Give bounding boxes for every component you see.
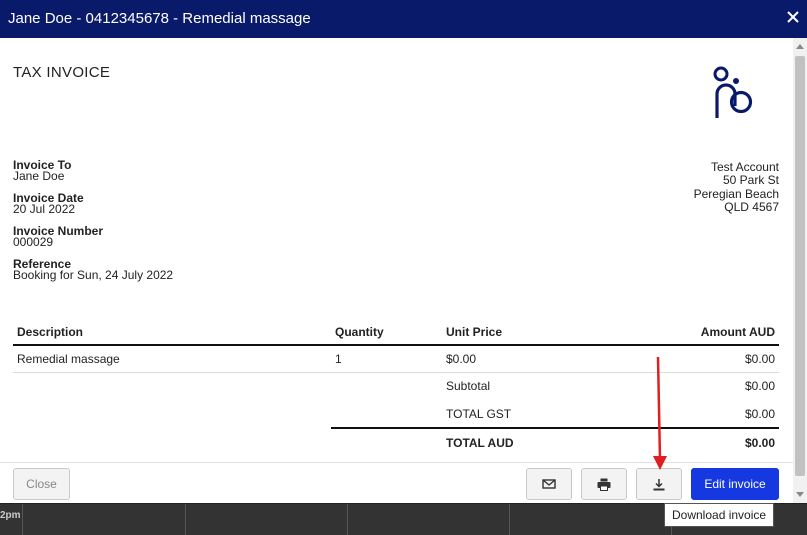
table-row: Remedial massage 1 $0.00 $0.00 <box>13 345 779 373</box>
email-button[interactable] <box>526 468 572 500</box>
calendar-column <box>185 504 186 535</box>
invoice-modal: Jane Doe - 0412345678 - Remedial massage… <box>0 0 807 503</box>
edit-invoice-button[interactable]: Edit invoice <box>691 468 779 500</box>
modal-header: Jane Doe - 0412345678 - Remedial massage <box>0 0 807 38</box>
download-icon <box>653 479 665 491</box>
calendar-column <box>22 504 23 535</box>
modal-scrollbar[interactable] <box>793 38 807 503</box>
scroll-up-icon[interactable] <box>796 44 804 49</box>
invoice-items-table: Description Quantity Unit Price Amount A… <box>13 319 779 456</box>
column-header-quantity: Quantity <box>331 319 442 346</box>
invoice-date-value: 20 Jul 2022 <box>13 202 76 216</box>
item-unit-price: $0.00 <box>442 345 592 373</box>
download-tooltip: Download invoice <box>664 503 775 527</box>
subtotal-value: $0.00 <box>744 379 775 394</box>
invoice-number-value: 000029 <box>13 235 54 249</box>
total-value: $0.00 <box>592 427 779 456</box>
gst-label: TOTAL GST <box>446 406 512 421</box>
subtotal-row: Subtotal $0.00 <box>13 372 779 400</box>
subtotal-label: Subtotal <box>446 379 491 394</box>
business-state-postcode: QLD 4567 <box>724 199 779 214</box>
envelope-icon <box>542 479 556 489</box>
printer-icon <box>597 478 611 491</box>
item-quantity: 1 <box>331 345 442 373</box>
table-header-row: Description Quantity Unit Price Amount A… <box>13 319 779 346</box>
scroll-thumb[interactable] <box>795 56 805 476</box>
invoice-details: Invoice To Jane Doe Invoice Date 20 Jul … <box>13 159 174 292</box>
gst-row: TOTAL GST $0.00 <box>13 400 779 428</box>
modal-footer: Close Edit invoice <box>0 462 793 503</box>
calendar-column <box>347 504 348 535</box>
business-suburb: Peregian Beach <box>693 186 779 201</box>
column-header-amount: Amount AUD <box>592 319 779 346</box>
gst-value: $0.00 <box>744 406 775 421</box>
document-title: TAX INVOICE <box>13 64 111 81</box>
column-header-description: Description <box>13 319 331 346</box>
item-amount: $0.00 <box>592 345 779 373</box>
business-name: Test Account <box>710 160 779 174</box>
time-label: 2pm <box>0 510 21 521</box>
reference-value: Booking for Sun, 24 July 2022 <box>13 268 174 282</box>
business-logo-icon <box>713 66 753 118</box>
download-button[interactable] <box>636 468 682 500</box>
scroll-down-icon[interactable] <box>796 492 804 497</box>
item-description: Remedial massage <box>13 345 331 373</box>
close-button[interactable]: Close <box>13 468 70 500</box>
total-label: TOTAL AUD <box>442 427 592 456</box>
business-address: Test Account 50 Park St Peregian Beach Q… <box>693 160 779 214</box>
business-street: 50 Park St <box>722 173 779 188</box>
column-header-unit-price: Unit Price <box>442 319 592 346</box>
close-icon[interactable] <box>786 10 800 24</box>
calendar-column <box>509 504 510 535</box>
invoice-to-value: Jane Doe <box>13 169 65 183</box>
modal-title: Jane Doe - 0412345678 - Remedial massage <box>8 10 311 27</box>
invoice-content: TAX INVOICE Invoice To Jane Doe Invoice … <box>0 38 793 462</box>
total-row: TOTAL AUD $0.00 <box>13 427 779 456</box>
print-button[interactable] <box>581 468 627 500</box>
